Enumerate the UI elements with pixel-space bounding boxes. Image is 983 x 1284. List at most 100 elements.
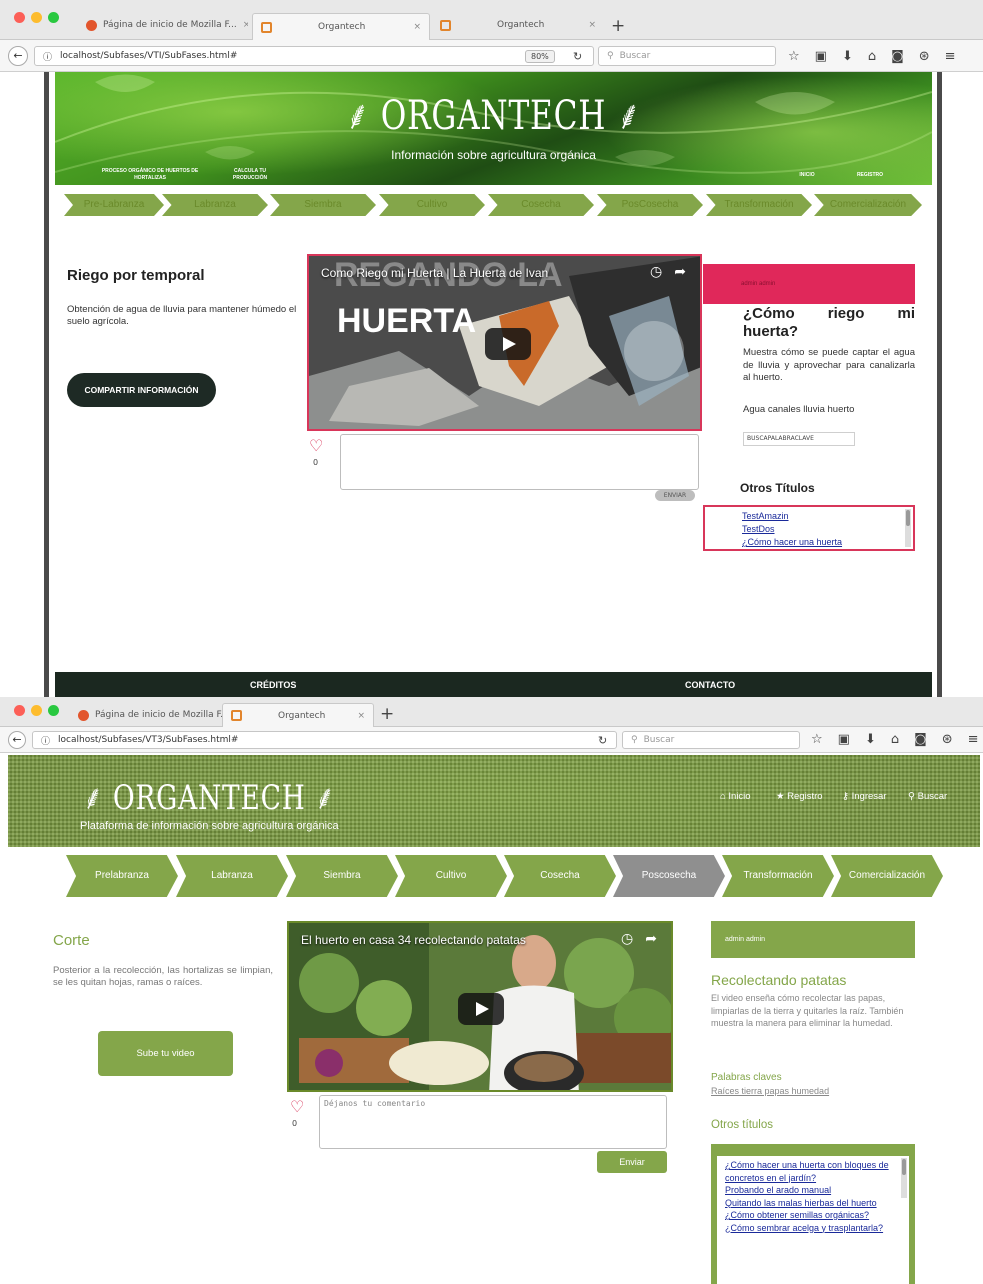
menu-ingresar[interactable]: ⚷ Ingresar [842,791,886,802]
list-scrollbar[interactable] [901,1158,907,1198]
minimize-window-icon[interactable] [31,12,42,23]
other-titles-list[interactable]: TestAmazin TestDos ¿Cómo hacer una huert… [703,505,915,551]
other-title-link[interactable]: TestAmazin [742,510,913,523]
download-icon[interactable]: ⬇ [865,732,876,747]
share-arrow-icon[interactable]: ➦ [674,264,686,280]
maximize-window-icon[interactable] [48,12,59,23]
send-comment-button[interactable]: Enviar [597,1151,667,1173]
site-logo[interactable]: ⸙ ORGANTECH ⸙ [83,773,336,819]
nav-inicio[interactable]: INICIO [787,172,827,179]
menu-inicio[interactable]: ⌂ Inicio [720,791,751,802]
step-prelabranza[interactable]: Pre-Labranza [64,194,164,216]
step-labranza[interactable]: Labranza [162,194,268,216]
step-transformacion[interactable]: Transformación [722,855,834,897]
other-title-link[interactable]: ¿Cómo sembrar acelga y trasplantarla? [725,1222,889,1235]
url-bar[interactable]: ⓘ localhost/Subfases/VTI/SubFases.html# … [34,46,594,66]
other-title-link[interactable]: TestDos [742,523,913,536]
heart-like-icon[interactable]: ♡ [309,436,323,455]
step-cultivo[interactable]: Cultivo [379,194,485,216]
pocket-icon[interactable]: ◙ [914,732,927,747]
browser-search[interactable]: ⚲ Buscar [622,731,800,749]
share-information-button[interactable]: COMPARTIR INFORMACIÓN [67,373,216,407]
close-window-icon[interactable] [14,12,25,23]
reload-icon[interactable]: ↻ [573,50,582,63]
other-title-link[interactable]: ¿Cómo hacer una huerta [742,536,913,549]
close-tab-icon[interactable]: × [413,22,421,32]
browser-tab-active[interactable]: Organtech × [252,13,430,40]
home-icon[interactable]: ⌂ [868,49,876,64]
other-title-link[interactable]: ¿Cómo hacer una huerta con bloques de co… [725,1159,889,1184]
heart-like-icon[interactable]: ♡ [290,1097,304,1116]
play-button-icon[interactable] [485,328,531,360]
step-poscosecha-active[interactable]: Poscosecha [613,855,725,897]
pocket-icon[interactable]: ◙ [891,49,904,64]
footer-credits-link[interactable]: CRÉDITOS [250,680,296,690]
url-bar[interactable]: ⓘ localhost/Subfases/VT3/SubFases.html# … [32,731,617,749]
site-logo[interactable]: ⸙ ORGANTECH ⸙ [151,86,835,141]
other-title-link[interactable]: Probando el arado manual [725,1184,889,1197]
step-cosecha[interactable]: Cosecha [504,855,616,897]
step-prelabranza[interactable]: Prelabranza [66,855,178,897]
new-tab-icon[interactable]: + [380,704,394,724]
step-cosecha[interactable]: Cosecha [488,194,594,216]
watch-later-icon[interactable]: ◷ [650,264,662,280]
other-title-link[interactable]: Quitando las malas hierbas del huerto [725,1197,889,1210]
reload-icon[interactable]: ↻ [598,734,607,747]
minimize-window-icon[interactable] [31,705,42,716]
close-tab-icon[interactable]: × [243,20,248,30]
library-icon[interactable]: ▣ [838,732,850,747]
play-button-icon[interactable] [458,993,504,1025]
menu-buscar[interactable]: ⚲ Buscar [908,791,947,802]
bookmark-star-icon[interactable]: ☆ [788,49,800,64]
browser-search[interactable]: ⚲ Buscar [598,46,776,66]
close-window-icon[interactable] [14,705,25,716]
nav-proceso-organico[interactable]: PROCESO ORGÁNICO DE HUERTOS DE HORTALIZA… [100,168,200,182]
browser-tab-active[interactable]: Organtech × [222,703,374,727]
watch-later-icon[interactable]: ◷ [621,931,633,947]
step-comercializacion[interactable]: Comercialización [814,194,922,216]
comment-textarea[interactable]: Déjanos tu comentario [319,1095,667,1149]
other-titles-list[interactable]: ¿Cómo hacer una huerta con bloques de co… [717,1156,909,1284]
step-siembra[interactable]: Siembra [286,855,398,897]
close-tab-icon[interactable]: × [357,711,365,721]
bookmark-star-icon[interactable]: ☆ [811,732,823,747]
browser-tab[interactable]: Página de inicio de Mozilla F... × [70,704,222,726]
step-comercializacion[interactable]: Comercialización [831,855,943,897]
step-siembra[interactable]: Siembra [270,194,376,216]
sync-icon[interactable]: ⊛ [942,732,953,747]
back-arrow-icon[interactable]: ← [8,46,28,66]
keywords-links[interactable]: Raíces tierra papas humedad [711,1086,829,1096]
menu-registro[interactable]: ★ Registro [776,791,823,802]
step-labranza[interactable]: Labranza [176,855,288,897]
nav-calcula-produccion[interactable]: CALCULA TU PRODUCCIÓN [225,168,275,182]
step-poscosecha[interactable]: PosCosecha [597,194,703,216]
comment-textarea[interactable] [340,434,699,490]
video-player[interactable]: El huerto en casa 34 recolectando patata… [287,921,673,1092]
browser-tab[interactable]: Organtech × [432,14,604,36]
home-icon[interactable]: ⌂ [891,732,899,747]
share-arrow-icon[interactable]: ➦ [645,931,657,947]
list-scrollbar[interactable] [905,509,911,547]
video-title[interactable]: Como Riego mi Huerta | La Huerta de Ivan [321,266,548,280]
menu-icon[interactable]: ≡ [945,49,956,64]
sync-icon[interactable]: ⊛ [919,49,930,64]
video-title[interactable]: El huerto en casa 34 recolectando patata… [301,933,526,947]
step-cultivo[interactable]: Cultivo [395,855,507,897]
step-transformacion[interactable]: Transformación [706,194,812,216]
browser-tab[interactable]: Página de inicio de Mozilla F... × [78,14,248,36]
other-title-link[interactable]: ¿Cómo obtener semillas orgánicas? [725,1209,889,1222]
zoom-level[interactable]: 80% [525,50,555,63]
close-tab-icon[interactable]: × [588,20,596,30]
footer-contact-link[interactable]: CONTACTO [685,680,735,690]
upload-video-button[interactable]: Sube tu video [98,1031,233,1076]
download-icon[interactable]: ⬇ [842,49,853,64]
nav-registro[interactable]: REGISTRO [845,172,895,179]
send-comment-button[interactable]: ENVIAR [655,490,695,501]
keyword-search-input[interactable]: BUSCAPALABRACLAVE [743,432,855,446]
new-tab-icon[interactable]: + [611,16,625,36]
menu-icon[interactable]: ≡ [968,732,979,747]
maximize-window-icon[interactable] [48,705,59,716]
library-icon[interactable]: ▣ [815,49,827,64]
video-player[interactable]: REGANDO LA HUERTA Como Riego mi Huerta |… [307,254,702,431]
back-arrow-icon[interactable]: ← [8,731,26,749]
